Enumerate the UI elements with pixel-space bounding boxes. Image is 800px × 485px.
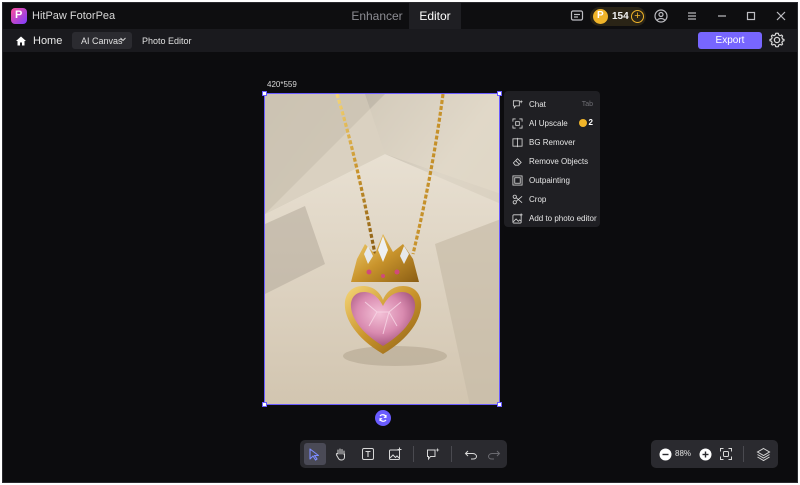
redo-button[interactable] xyxy=(483,443,505,465)
app-logo xyxy=(11,8,27,24)
pendant-photo xyxy=(265,94,499,404)
menu-item-bg-remover[interactable]: BG Remover xyxy=(504,133,600,152)
canvas-area[interactable]: 420*559 Chat Tab AI Upscale 2 BG Remover… xyxy=(3,52,797,482)
plus-circle-icon xyxy=(699,448,711,460)
add-credits-icon[interactable]: + xyxy=(631,10,644,23)
outpainting-icon xyxy=(512,175,523,186)
image-size-label: 420*559 xyxy=(267,80,297,89)
undo-button[interactable] xyxy=(460,443,482,465)
credit-cost: 2 xyxy=(578,118,593,127)
menu-item-label: Outpainting xyxy=(529,176,570,185)
text-tool-button[interactable] xyxy=(357,443,379,465)
layers-button[interactable] xyxy=(752,443,774,465)
zoom-toolbar: 88% xyxy=(651,440,778,468)
rotate-button[interactable] xyxy=(375,410,391,426)
menu-item-label: Chat xyxy=(529,100,546,109)
context-menu: Chat Tab AI Upscale 2 BG Remover Remove … xyxy=(504,91,600,227)
shortcut-hint: Tab xyxy=(581,101,593,108)
nav-bar: Home AI Canvas Photo Editor Export xyxy=(3,29,797,52)
bg-remover-icon xyxy=(512,137,523,148)
tab-editor[interactable]: Editor xyxy=(409,3,461,29)
scissors-icon xyxy=(512,194,523,205)
select-tool-button[interactable] xyxy=(304,443,326,465)
menu-item-label: AI Upscale xyxy=(529,119,568,128)
add-image-tool-button[interactable] xyxy=(384,443,406,465)
toolbar-divider xyxy=(413,446,414,462)
maximize-icon[interactable] xyxy=(743,8,759,24)
menu-item-ai-upscale[interactable]: AI Upscale 2 xyxy=(504,114,600,133)
menu-item-label: Add to photo editor xyxy=(529,214,597,223)
fit-screen-icon xyxy=(720,448,732,460)
menu-item-chat[interactable]: Chat Tab xyxy=(504,95,600,114)
toolbar-divider xyxy=(451,446,452,462)
export-button[interactable]: Export xyxy=(698,32,762,49)
resize-handle[interactable] xyxy=(497,402,502,407)
coin-icon xyxy=(593,9,608,24)
eraser-icon xyxy=(512,158,522,166)
canvas-image[interactable] xyxy=(264,93,500,405)
menu-item-label: BG Remover xyxy=(529,138,576,147)
hand-icon xyxy=(335,448,345,461)
tab-enhancer[interactable]: Enhancer xyxy=(345,3,409,29)
rotate-icon xyxy=(379,414,387,422)
close-icon[interactable] xyxy=(773,8,789,24)
menu-item-label: Remove Objects xyxy=(529,157,589,166)
menu-item-add-to-photo-editor[interactable]: Add to photo editor xyxy=(504,209,600,228)
ai-canvas-select[interactable]: AI Canvas xyxy=(72,32,132,49)
upscale-icon xyxy=(512,118,523,129)
chat-sparkle-icon xyxy=(427,447,440,461)
redo-icon xyxy=(487,450,501,460)
app-window: HitPaw FotorPea Enhancer Editor 154 + xyxy=(2,2,798,483)
coin-icon xyxy=(578,118,587,127)
credits-count: 154 xyxy=(612,11,629,22)
zoom-level: 88% xyxy=(675,449,692,458)
resize-handle[interactable] xyxy=(262,402,267,407)
resize-handle[interactable] xyxy=(497,91,502,96)
menu-icon[interactable] xyxy=(684,8,700,24)
credits-badge[interactable]: 154 + xyxy=(590,7,646,26)
add-image-icon xyxy=(512,213,523,224)
ai-canvas-select-label: AI Canvas xyxy=(81,36,123,46)
home-label: Home xyxy=(33,34,63,47)
home-icon xyxy=(16,36,26,45)
credit-cost-value: 2 xyxy=(588,118,593,127)
breadcrumb-current: Photo Editor xyxy=(142,36,192,46)
menu-item-label: Crop xyxy=(529,195,547,204)
tool-toolbar xyxy=(300,440,507,468)
cursor-icon xyxy=(309,448,320,461)
undo-icon xyxy=(464,450,478,460)
account-icon[interactable] xyxy=(653,8,669,24)
toolbar-divider xyxy=(743,446,744,462)
text-icon xyxy=(362,448,374,460)
app-title: HitPaw FotorPea xyxy=(32,10,116,22)
minimize-icon[interactable] xyxy=(714,8,730,24)
settings-icon[interactable] xyxy=(768,31,786,49)
ai-chat-tool-button[interactable] xyxy=(422,443,444,465)
zoom-out-button[interactable] xyxy=(654,443,676,465)
layers-icon xyxy=(756,447,770,461)
chat-sparkle-icon xyxy=(512,99,523,109)
title-bar: HitPaw FotorPea Enhancer Editor 154 + xyxy=(3,3,797,29)
hand-tool-button[interactable] xyxy=(330,443,352,465)
add-image-icon xyxy=(389,447,402,460)
zoom-in-button[interactable] xyxy=(694,443,716,465)
minus-circle-icon xyxy=(659,448,671,460)
message-icon[interactable] xyxy=(569,8,585,24)
menu-item-crop[interactable]: Crop xyxy=(504,190,600,209)
menu-item-outpainting[interactable]: Outpainting xyxy=(504,171,600,190)
menu-item-remove-objects[interactable]: Remove Objects xyxy=(504,152,600,171)
resize-handle[interactable] xyxy=(262,91,267,96)
chevron-down-icon xyxy=(120,37,126,42)
fit-screen-button[interactable] xyxy=(715,443,737,465)
home-button[interactable]: Home xyxy=(15,32,62,49)
